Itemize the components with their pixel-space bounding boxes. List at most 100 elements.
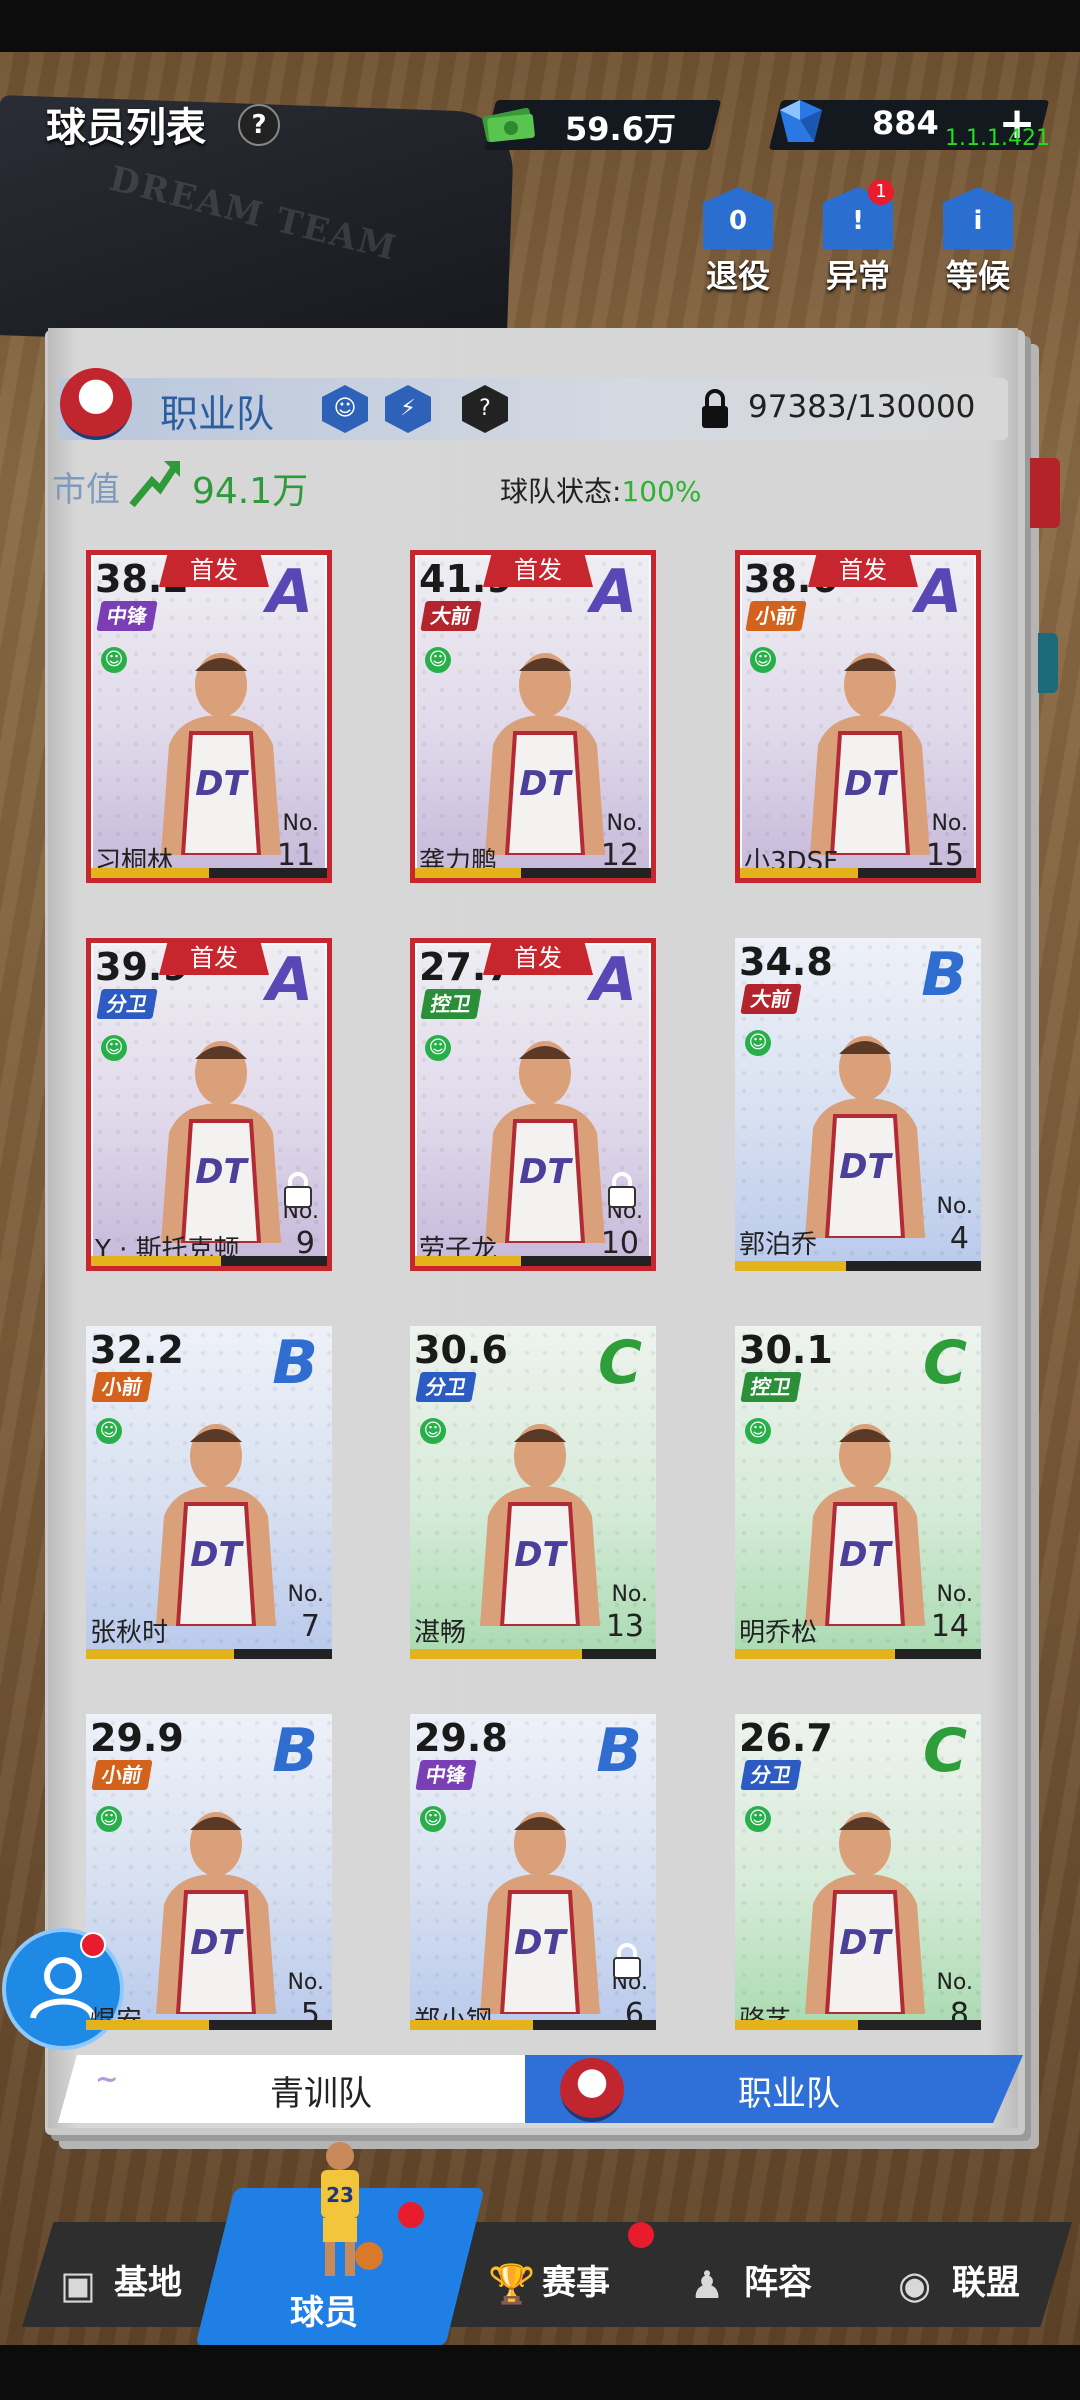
experience-bar xyxy=(410,1649,656,1659)
bookmark-tab-teal xyxy=(1038,633,1058,693)
mood-happy-icon: ☺ xyxy=(745,1418,771,1444)
starter-tag: 首发 xyxy=(483,555,593,587)
waiting-button[interactable]: i 等候 xyxy=(938,187,1018,297)
player-position: 大前 xyxy=(740,984,802,1014)
starter-tag: 首发 xyxy=(159,943,269,975)
player-position: 分卫 xyxy=(415,1372,477,1402)
profession-logo-icon xyxy=(60,368,132,440)
player-card[interactable]: DT 首发 38.2 A 中锋 ☺ No. 11 习桐林 xyxy=(86,550,332,883)
experience-bar xyxy=(91,868,327,878)
jersey-number: 4 xyxy=(949,1221,969,1256)
jersey-no-label: No. xyxy=(287,1970,324,1995)
mood-happy-icon: ☺ xyxy=(96,1806,122,1832)
player-card[interactable]: DT 30.1 C 控卫 ☺ No. 14 明乔松 xyxy=(735,1326,981,1659)
team-status-label: 球队状态: xyxy=(500,475,622,508)
player-position: 大前 xyxy=(420,601,482,631)
player-card[interactable]: DT 29.8 B 中锋 ☺ No. 6 郑小钢 xyxy=(410,1714,656,2030)
mood-happy-icon: ☺ xyxy=(425,1035,451,1061)
player-position: 中锋 xyxy=(415,1760,477,1790)
nav-label: 阵容 xyxy=(744,2263,812,2303)
player-grade: A xyxy=(915,557,962,627)
nav-lineup[interactable]: ♟ 阵容 xyxy=(690,2255,812,2307)
trend-up-icon xyxy=(129,461,180,508)
nav-label: 球员 xyxy=(290,2293,358,2333)
experience-fill xyxy=(91,1256,221,1266)
retire-button[interactable]: 0 退役 xyxy=(698,187,778,297)
player-card[interactable]: DT 首发 38.6 A 小前 ☺ No. 15 小3DSF xyxy=(735,550,981,883)
player-rating: 34.8 xyxy=(739,940,833,984)
experience-bar xyxy=(86,2020,332,2030)
nav-league[interactable]: ◉ 联盟 xyxy=(898,2255,1020,2307)
jersey-no-label: No. xyxy=(282,811,319,836)
nav-stadium[interactable]: ▣ 基地 xyxy=(60,2255,182,2307)
abnormal-button[interactable]: ! 1 异常 xyxy=(818,179,898,297)
player-position: 小前 xyxy=(745,601,807,631)
lock-icon xyxy=(613,1943,641,1979)
experience-fill xyxy=(415,1256,522,1266)
team-status-value: 100% xyxy=(621,475,702,508)
page-title: 球员列表 xyxy=(46,105,206,151)
nav-player[interactable]: 球员 xyxy=(290,2285,358,2334)
player-rating: 32.2 xyxy=(90,1328,184,1372)
experience-fill xyxy=(410,2020,533,2030)
status-bar xyxy=(0,0,1080,52)
player-position: 控卫 xyxy=(420,989,482,1019)
svg-text:DT: DT xyxy=(195,1152,249,1192)
nav-trophy[interactable]: 🏆 赛事 xyxy=(488,2255,610,2307)
retire-label: 退役 xyxy=(705,257,770,295)
player-icon: 23 xyxy=(321,2142,383,2276)
abnormal-badge: 1 xyxy=(868,179,894,205)
player-position: 控卫 xyxy=(740,1372,802,1402)
experience-bar xyxy=(735,1649,981,1659)
player-card[interactable]: DT 首发 41.9 A 大前 ☺ No. 12 龚力鹏 xyxy=(410,550,656,883)
experience-bar xyxy=(410,2020,656,2030)
player-card[interactable]: DT 26.7 C 分卫 ☺ No. 8 骆艺 xyxy=(735,1714,981,2030)
bookmark-tab-red xyxy=(1030,458,1060,528)
jersey-no-label: No. xyxy=(611,1582,648,1607)
mood-happy-icon: ☺ xyxy=(101,647,127,673)
experience-bar xyxy=(415,868,651,878)
help-button[interactable]: ? xyxy=(238,104,280,146)
system-nav-bar xyxy=(0,2345,1080,2400)
retire-icon: 0 xyxy=(703,187,773,249)
mood-happy-icon: ☺ xyxy=(96,1418,122,1444)
jersey-no-label: No. xyxy=(931,811,968,836)
jersey-no-label: No. xyxy=(936,1194,973,1219)
experience-bar xyxy=(415,1256,651,1266)
player-card[interactable]: DT 32.2 B 小前 ☺ No. 7 张秋时 xyxy=(86,1326,332,1659)
player-name: 湛畅 xyxy=(414,1618,467,1648)
player-card[interactable]: DT 34.8 B 大前 ☺ No. 4 郭泊乔 xyxy=(735,938,981,1271)
player-card[interactable]: DT 首发 27.7 A 控卫 ☺ No. 10 劳子龙 xyxy=(410,938,656,1271)
mood-happy-icon: ☺ xyxy=(745,1806,771,1832)
experience-fill xyxy=(735,1261,846,1271)
jersey-number: 7 xyxy=(300,1609,320,1644)
player-card[interactable]: DT 30.6 C 分卫 ☺ No. 13 湛畅 xyxy=(410,1326,656,1659)
svg-text:DT: DT xyxy=(190,1535,244,1575)
player-rating: 29.8 xyxy=(414,1716,508,1760)
nav-label: 基地 xyxy=(114,2263,182,2303)
team-name: 职业队 xyxy=(160,392,275,436)
experience-fill xyxy=(740,868,858,878)
player-portrait: DT xyxy=(805,1424,925,1626)
waiting-icon: i xyxy=(943,187,1013,249)
svg-text:DT: DT xyxy=(190,1923,244,1963)
experience-bar xyxy=(740,868,976,878)
player-grade: A xyxy=(266,945,313,1015)
mood-happy-icon: ☺ xyxy=(420,1418,446,1444)
svg-text:DT: DT xyxy=(844,764,898,804)
player-grade: B xyxy=(596,1716,642,1786)
player-card[interactable]: DT 首发 39.9 A 分卫 ☺ No. 9 Y · 斯托克顿 xyxy=(86,938,332,1271)
lineup-icon: ♟ xyxy=(690,2262,725,2307)
lock-icon xyxy=(284,1172,312,1208)
player-card[interactable]: DT 29.9 B 小前 ☺ No. 5 焜安 xyxy=(86,1714,332,2030)
svg-text:DT: DT xyxy=(839,1923,893,1963)
player-grade: B xyxy=(921,940,967,1010)
diamond-icon xyxy=(780,100,822,142)
nav-label: 赛事 xyxy=(542,2263,610,2303)
nav-label: 联盟 xyxy=(952,2263,1020,2303)
abnormal-label: 异常 xyxy=(825,257,890,295)
player-portrait: DT xyxy=(805,1812,925,2014)
player-position: 分卫 xyxy=(740,1760,802,1790)
market-value: 94.1万 xyxy=(192,471,309,512)
league-icon: ◉ xyxy=(898,2262,932,2307)
